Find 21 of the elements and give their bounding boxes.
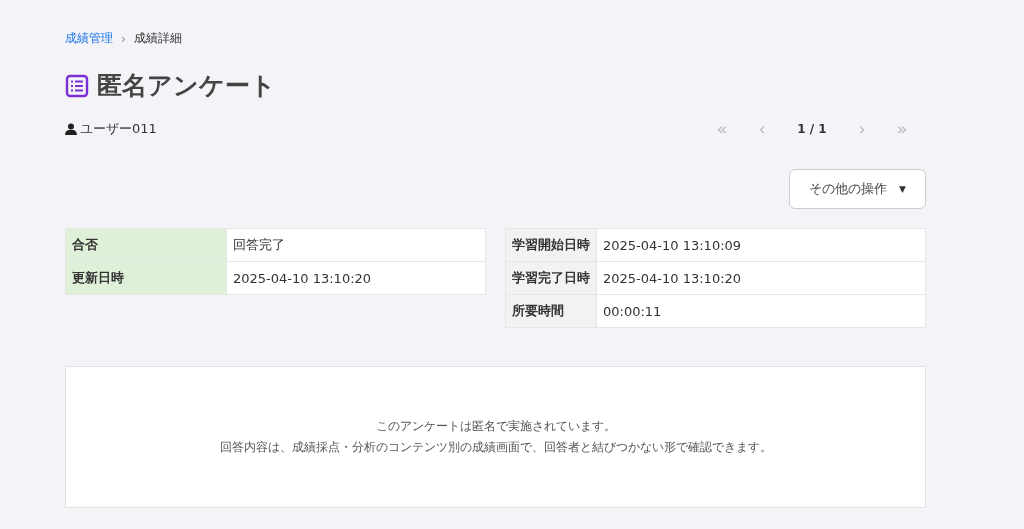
table-header-cell: 合否 <box>65 228 227 262</box>
breadcrumb-separator: › <box>121 31 126 46</box>
table-cell: 00:00:11 <box>596 294 926 328</box>
table-header-cell: 所要時間 <box>505 294 597 328</box>
table-cell: 2025-04-10 13:10:20 <box>226 261 486 295</box>
table-header-cell: 更新日時 <box>65 261 227 295</box>
user-name: ユーザー011 <box>80 119 157 138</box>
checklist-icon <box>65 73 89 98</box>
table-cell: 2025-04-10 13:10:20 <box>596 261 926 295</box>
page-title: 匿名アンケート <box>97 70 276 102</box>
breadcrumb-current: 成績詳細 <box>133 30 182 47</box>
user-icon <box>65 122 77 135</box>
notice-text: このアンケートは匿名で実施されています。 <box>375 418 616 435</box>
page-indicator: 1 / 1 <box>796 121 828 136</box>
table-cell: 2025-04-10 13:10:09 <box>596 228 926 262</box>
table-header-cell: 学習完了日時 <box>505 261 597 295</box>
table-cell: 回答完了 <box>226 228 486 262</box>
breadcrumb-link[interactable]: 成績管理 <box>65 30 113 47</box>
more-actions-button[interactable]: その他の操作 ▼ <box>789 169 926 209</box>
notice-text: 回答内容は、成績採点・分析のコンテンツ別の成績画面で、回答者と結びつかない形で確認できます。 <box>219 439 772 456</box>
table-header-cell: 学習開始日時 <box>505 228 597 262</box>
